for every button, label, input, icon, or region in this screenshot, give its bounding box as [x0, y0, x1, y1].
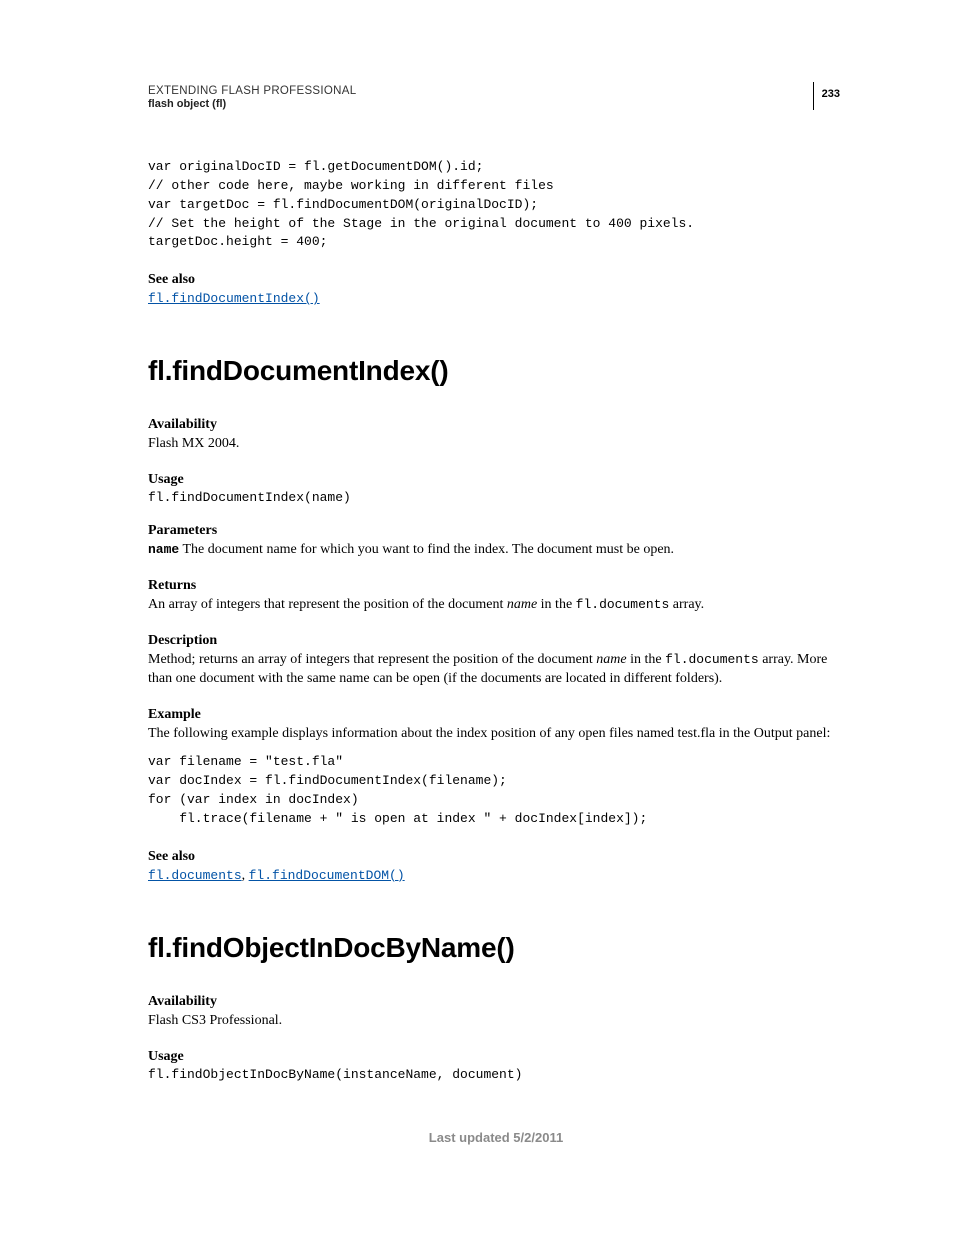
usage-label: Usage — [148, 472, 844, 488]
footer-updated: Last updated 5/2/2011 — [148, 1130, 844, 1145]
see-also-label-2: See also — [148, 849, 844, 865]
api-heading-findDocumentIndex: fl.findDocumentIndex() — [148, 355, 844, 387]
param-name: name — [148, 542, 179, 557]
availability-label: Availability — [148, 417, 844, 433]
running-head-title: EXTENDING FLASH PROFESSIONAL — [148, 85, 844, 97]
description-text: Method; returns an array of integers tha… — [148, 651, 844, 689]
returns-label: Returns — [148, 578, 844, 594]
see-also-link-documents[interactable]: fl.documents — [148, 868, 242, 883]
availability-text-2: Flash CS3 Professional. — [148, 1012, 844, 1031]
returns-term: name — [507, 597, 537, 612]
returns-code: fl.documents — [576, 597, 670, 612]
see-also-label: See also — [148, 272, 844, 288]
returns-text: An array of integers that represent the … — [148, 596, 844, 615]
example-label: Example — [148, 707, 844, 723]
description-label: Description — [148, 633, 844, 649]
page-container: 233 EXTENDING FLASH PROFESSIONAL flash o… — [0, 0, 954, 1235]
description-term: name — [596, 652, 626, 667]
availability-label-2: Availability — [148, 994, 844, 1010]
api-heading-findObjectInDocByName: fl.findObjectInDocByName() — [148, 932, 844, 964]
usage-code-2: fl.findObjectInDocByName(instanceName, d… — [148, 1067, 844, 1082]
availability-text: Flash MX 2004. — [148, 435, 844, 454]
see-also-links: fl.documents, fl.findDocumentDOM() — [148, 867, 844, 886]
parameters-row: name The document name for which you wan… — [148, 541, 844, 560]
page-number: 233 — [813, 82, 840, 110]
description-code: fl.documents — [665, 652, 759, 667]
parameters-label: Parameters — [148, 523, 844, 539]
intro-code-block: var originalDocID = fl.getDocumentDOM().… — [148, 158, 844, 252]
running-head-subtitle: flash object (fl) — [148, 98, 844, 110]
example-code-block: var filename = "test.fla" var docIndex =… — [148, 753, 844, 828]
example-intro: The following example displays informati… — [148, 725, 844, 744]
see-also-link[interactable]: fl.findDocumentIndex() — [148, 291, 320, 306]
param-desc: The document name for which you want to … — [179, 542, 674, 557]
usage-label-2: Usage — [148, 1049, 844, 1065]
see-also-link-findDocumentDOM[interactable]: fl.findDocumentDOM() — [249, 868, 405, 883]
usage-code: fl.findDocumentIndex(name) — [148, 490, 844, 505]
